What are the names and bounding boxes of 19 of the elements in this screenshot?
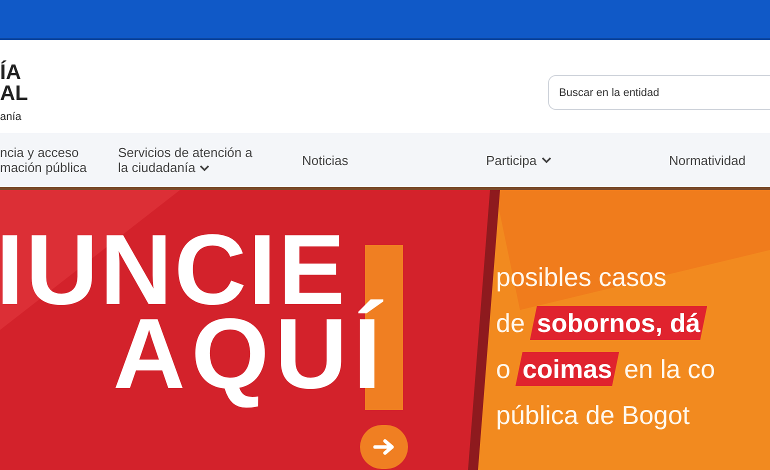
logo-text: AL (0, 83, 28, 104)
arrow-right-icon (373, 439, 395, 455)
search-field[interactable]: Buscar en la entidad (548, 75, 770, 110)
logo-text: ÍA (0, 62, 21, 83)
nav-link[interactable]: Normatividad (669, 152, 770, 168)
nav-link[interactable]: ncia y acceso mación pública (0, 145, 118, 175)
highlighted-text: coimas (515, 352, 620, 386)
banner-text: pública de Bogot (496, 399, 690, 432)
nav-link[interactable]: Participa (486, 152, 669, 168)
banner-text: en la co (624, 353, 716, 386)
banner-text: posibles casos (496, 261, 667, 294)
banner-text: o (496, 353, 510, 386)
banner-text: de (496, 307, 525, 340)
nav-link[interactable]: Noticias (302, 152, 486, 168)
logo-tagline: anía (0, 111, 22, 123)
nav-link[interactable]: Servicios de atención a la ciudadanía (118, 145, 302, 175)
chevron-down-icon (540, 156, 552, 164)
chevron-down-icon (199, 164, 210, 172)
highlighted-text: sobornos, dá (530, 306, 708, 340)
